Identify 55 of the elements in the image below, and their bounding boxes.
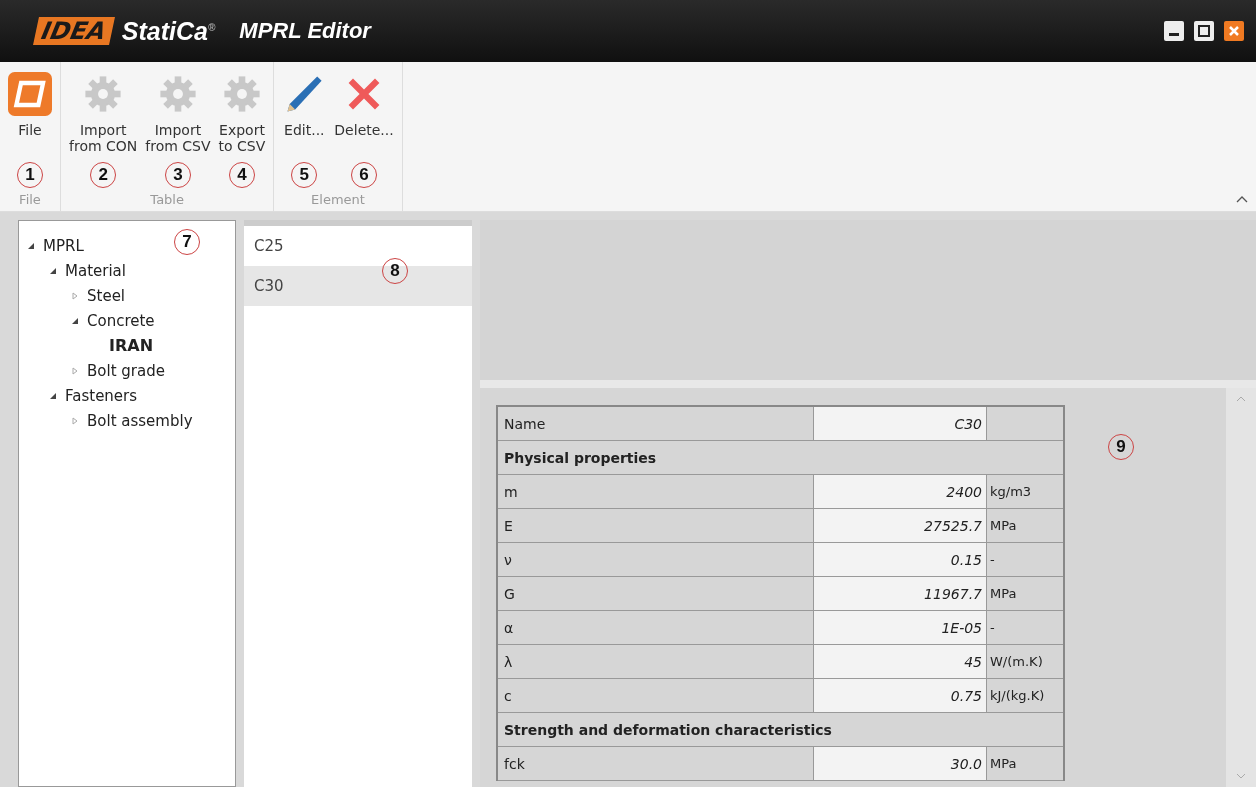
property-value[interactable]: 0.75: [814, 679, 987, 713]
property-value[interactable]: C30: [814, 407, 987, 441]
property-name: c: [498, 679, 814, 713]
expanded-triangle-icon[interactable]: [49, 391, 57, 400]
property-name: G: [498, 577, 814, 611]
group-label: Table: [150, 192, 184, 207]
ribbon-button[interactable]: Edit...: [278, 70, 331, 140]
expanded-triangle-icon[interactable]: [27, 241, 35, 250]
property-unit: MPa: [990, 518, 1017, 533]
property-name: λ: [498, 645, 814, 679]
logo-brand: IDEA: [33, 17, 115, 45]
property-unit: W/(m.K): [990, 654, 1043, 669]
maximize-icon[interactable]: [1194, 21, 1214, 41]
property-unit: kJ/(kg.K): [990, 688, 1045, 703]
property-value[interactable]: 11967.7: [814, 577, 987, 611]
collapse-caret-icon[interactable]: [1236, 195, 1248, 203]
property-value[interactable]: 2400: [814, 475, 987, 509]
ribbon-button[interactable]: File: [4, 70, 56, 140]
property-unit: MPa: [990, 586, 1017, 601]
expanded-triangle-icon[interactable]: [49, 266, 57, 275]
tree-item[interactable]: IRAN: [109, 336, 154, 355]
group-label: File: [19, 192, 41, 207]
property-name: α: [498, 611, 814, 645]
property-name: fck: [498, 747, 814, 781]
property-name: m: [498, 475, 814, 509]
property-value[interactable]: 30.0: [814, 747, 987, 781]
ribbon-button[interactable]: Export to CSV: [214, 70, 270, 156]
tree-item[interactable]: Bolt assembly: [87, 411, 193, 430]
property-name: E: [498, 509, 814, 543]
tree-item[interactable]: Bolt grade: [87, 361, 165, 380]
tree-item[interactable]: Fasteners: [65, 386, 138, 405]
property-name: ν: [498, 543, 814, 577]
property-value[interactable]: 45: [814, 645, 987, 679]
window-title: MPRL Editor: [239, 18, 371, 44]
tree-item[interactable]: Material: [65, 261, 126, 280]
property-unit: MPa: [990, 756, 1017, 771]
tree-item[interactable]: MPRL: [43, 236, 84, 255]
group-label: Element: [311, 192, 365, 207]
property-unit: -: [990, 620, 995, 635]
tree-item[interactable]: Concrete: [87, 311, 155, 330]
property-value[interactable]: 27525.7: [814, 509, 987, 543]
tree-item[interactable]: Steel: [87, 286, 126, 305]
property-value[interactable]: 0.15: [814, 543, 987, 577]
property-name: Name: [498, 407, 814, 441]
ribbon-button[interactable]: Import from CSV: [141, 70, 215, 156]
property-unit: kg/m3: [990, 484, 1032, 499]
ribbon-button[interactable]: Import from CON: [65, 70, 142, 156]
property-unit: -: [990, 552, 995, 567]
app-logo-icon: [8, 72, 52, 116]
property-value[interactable]: 1E-05: [814, 611, 987, 645]
ribbon-button[interactable]: Delete...: [330, 70, 398, 140]
expanded-triangle-icon[interactable]: [71, 316, 79, 325]
close-icon[interactable]: [1224, 21, 1244, 41]
minimize-icon[interactable]: [1164, 21, 1184, 41]
product-name: StatiCa$^{®}$: [121, 16, 216, 46]
